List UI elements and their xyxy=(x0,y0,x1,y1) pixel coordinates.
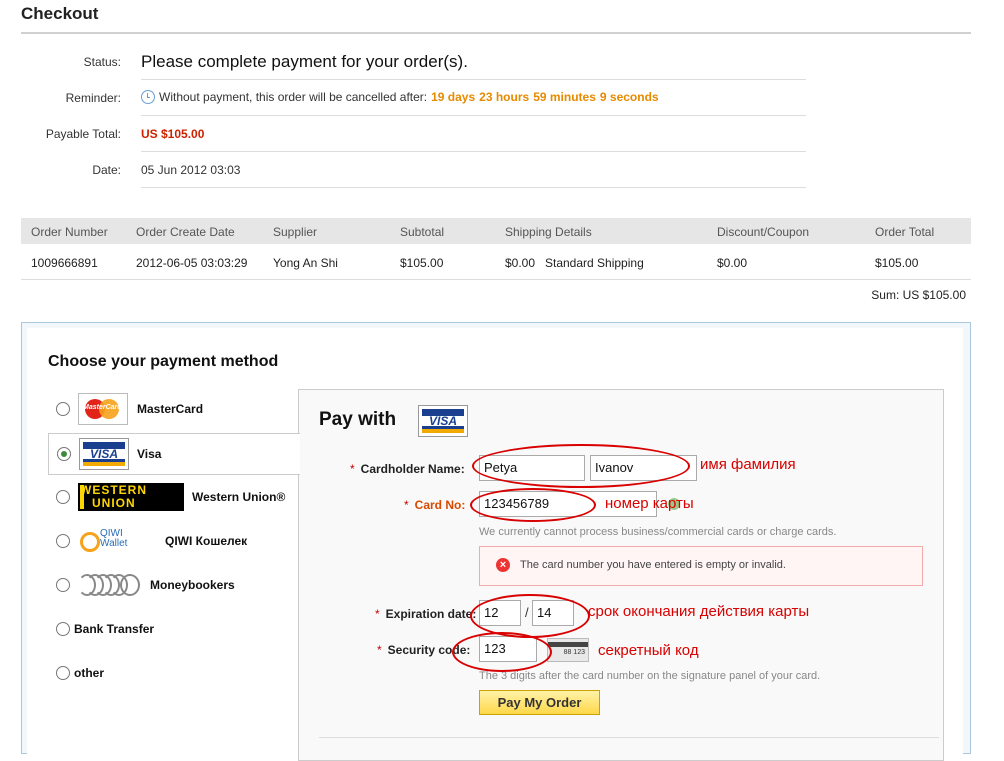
error-icon: × xyxy=(496,558,510,572)
payment-method-qiwi[interactable]: QIWI Wallet QIWI Кошелек xyxy=(48,519,298,563)
annotation-expiry: срок окончания действия карты xyxy=(588,603,810,620)
status-text: Please complete payment for your order(s… xyxy=(141,52,468,71)
shipping-method: Standard Shipping xyxy=(545,256,644,270)
discount-value: $0.00 xyxy=(717,256,748,270)
status-label: Status: xyxy=(83,55,121,69)
payment-method-bank-transfer[interactable]: Bank Transfer xyxy=(48,607,298,651)
supplier-name[interactable]: Yong An Shi xyxy=(273,256,338,270)
payable-label: Payable Total: xyxy=(45,127,121,141)
countdown-seconds: 9 seconds xyxy=(599,90,659,104)
first-name-input[interactable] xyxy=(479,455,585,481)
page-title: Checkout xyxy=(21,4,99,23)
pay-with-title: Pay with xyxy=(319,409,397,430)
summary-divider xyxy=(141,115,806,116)
form-divider xyxy=(319,737,939,738)
payment-method-moneybookers[interactable]: Moneybookers xyxy=(48,563,298,607)
payment-method-mastercard[interactable]: MasterCard MasterCard xyxy=(48,387,298,431)
title-divider xyxy=(21,32,971,34)
western-union-logo-icon: WESTERN UNION xyxy=(78,483,184,511)
qiwi-logo-icon: QIWI Wallet xyxy=(78,527,130,555)
payment-method-visa[interactable]: VISA Visa xyxy=(48,433,300,475)
security-code-label: * Security code: xyxy=(377,643,471,657)
card-error-message: × The card number you have entered is em… xyxy=(479,546,923,586)
moneybookers-logo-icon xyxy=(78,572,142,598)
col-create-date: Order Create Date xyxy=(136,225,235,239)
radio-western-union[interactable] xyxy=(56,490,70,504)
reminder-label: Reminder: xyxy=(65,91,121,105)
col-order-total: Order Total xyxy=(875,225,935,239)
col-order-number: Order Number xyxy=(31,225,108,239)
method-label: Bank Transfer xyxy=(74,622,155,636)
exp-separator: / xyxy=(525,605,529,620)
security-hint: The 3 digits after the card number on th… xyxy=(479,670,821,682)
table-row-divider xyxy=(21,279,971,280)
date-label: Date: xyxy=(92,163,121,177)
order-total-value: $105.00 xyxy=(875,256,919,270)
col-supplier: Supplier xyxy=(273,225,318,239)
visa-logo-icon: VISA xyxy=(418,405,468,437)
payment-method-western-union[interactable]: WESTERN UNION Western Union® xyxy=(48,475,298,519)
cvv-card-icon: 88 123 xyxy=(547,638,589,662)
annotation-name: имя фамилия xyxy=(700,456,796,473)
radio-moneybookers[interactable] xyxy=(56,578,70,592)
exp-year-input[interactable] xyxy=(532,600,574,626)
radio-qiwi[interactable] xyxy=(56,534,70,548)
error-text: The card number you have entered is empt… xyxy=(520,559,786,571)
payment-method-other[interactable]: other xyxy=(48,651,298,695)
radio-visa[interactable] xyxy=(57,447,71,461)
countdown-days: 19 days xyxy=(431,90,476,104)
summary-divider xyxy=(141,79,806,80)
reminder-prefix: Without payment, this order will be canc… xyxy=(159,90,428,104)
countdown-minutes: 59 minutes xyxy=(533,90,596,104)
choose-payment-title: Choose your payment method xyxy=(48,353,279,370)
cardholder-label: * Cardholder Name: xyxy=(350,462,465,476)
subtotal-value: $105.00 xyxy=(400,256,444,270)
annotation-card-number: номер карты xyxy=(605,495,694,512)
shipping-cost: $0.00 xyxy=(505,256,536,270)
clock-icon xyxy=(141,90,155,104)
create-date: 2012-06-05 03:03:29 xyxy=(136,256,248,270)
security-code-input[interactable] xyxy=(479,636,537,662)
summary-divider xyxy=(141,151,806,152)
summary-divider xyxy=(141,187,806,188)
radio-other[interactable] xyxy=(56,666,70,680)
order-sum: Sum: US $105.00 xyxy=(871,288,966,302)
annotation-security: секретный код xyxy=(598,642,699,659)
countdown-hours: 23 hours xyxy=(479,90,530,104)
method-label: MasterCard xyxy=(137,402,204,416)
radio-bank-transfer[interactable] xyxy=(56,622,70,636)
order-number[interactable]: 1009666891 xyxy=(31,256,98,270)
pay-my-order-button[interactable]: Pay My Order xyxy=(479,690,600,715)
method-label: other xyxy=(74,666,104,680)
visa-logo-icon: VISA xyxy=(79,438,129,470)
reminder-line: Without payment, this order will be canc… xyxy=(141,90,659,104)
method-label: Visa xyxy=(137,447,162,461)
card-hint: We currently cannot process business/com… xyxy=(479,526,837,538)
exp-month-input[interactable] xyxy=(479,600,521,626)
payable-total: US $105.00 xyxy=(141,127,205,141)
radio-mastercard[interactable] xyxy=(56,402,70,416)
method-label: Western Union® xyxy=(192,490,286,504)
method-label: Moneybookers xyxy=(150,578,235,592)
order-date: 05 Jun 2012 03:03 xyxy=(141,163,241,177)
last-name-input[interactable] xyxy=(590,455,697,481)
col-shipping: Shipping Details xyxy=(505,225,592,239)
card-number-label: * Card No: xyxy=(404,498,466,512)
method-label: QIWI Кошелек xyxy=(165,534,248,548)
col-discount: Discount/Coupon xyxy=(717,225,810,239)
expiration-label: * Expiration date: xyxy=(375,607,477,621)
col-subtotal: Subtotal xyxy=(400,225,445,239)
mastercard-logo-icon: MasterCard xyxy=(78,393,128,425)
